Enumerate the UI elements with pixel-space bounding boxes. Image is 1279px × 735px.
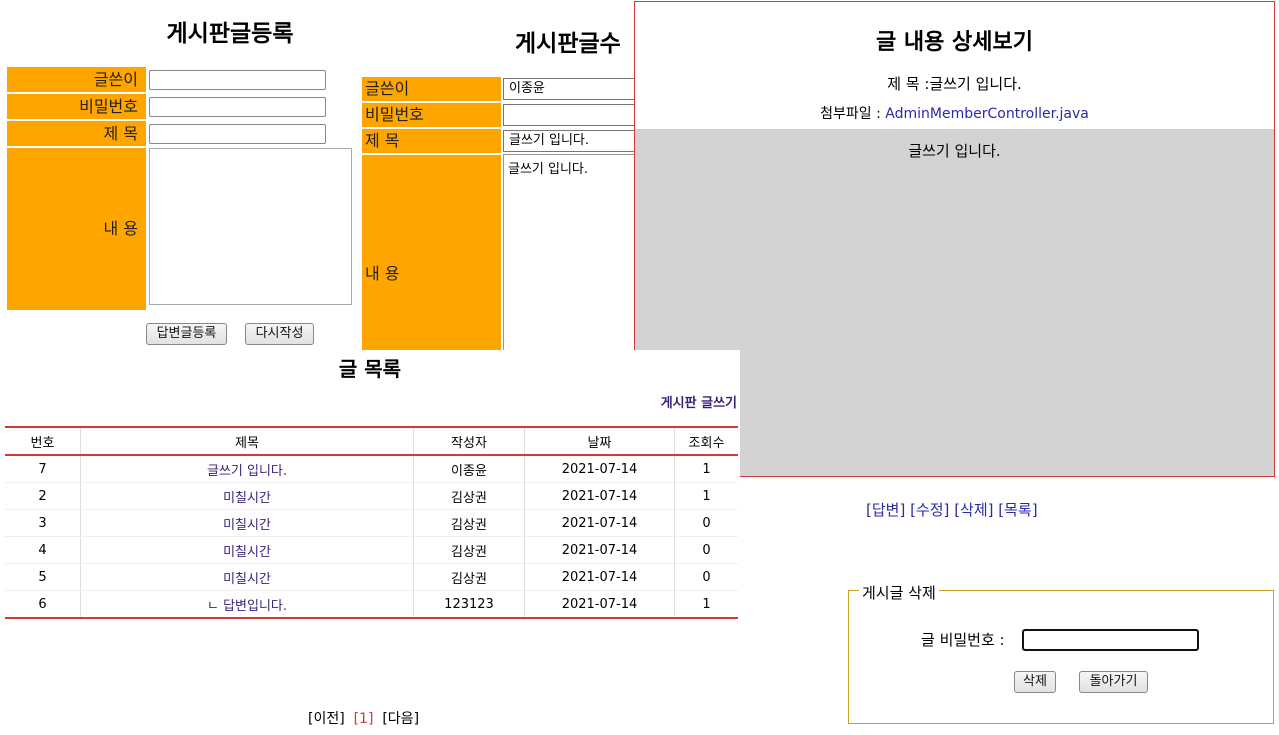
delete-legend: 게시글 삭제 [859, 582, 939, 603]
cell-date: 2021-07-14 [524, 590, 675, 619]
register-form-panel: 게시판글등록 글쓴이 비밀번호 제 목 내 용 답변글등록 다시작성 [0, 0, 360, 350]
subject-label: 제 목 [7, 121, 146, 146]
cell-views: 1 [674, 482, 738, 510]
modify-subject-input[interactable]: 글쓰기 입니다. [503, 130, 643, 152]
post-table: 번호 제목 작성자 날짜 조회수 7 글쓰기 입니다. 이종윤 2021-07-… [5, 426, 738, 619]
cell-writer: 이종윤 [413, 455, 525, 483]
detail-subject-value: 글쓰기 입니다. [929, 75, 1022, 93]
col-subject: 제목 [80, 427, 414, 456]
cell-views: 0 [674, 509, 738, 537]
cell-views: 1 [674, 590, 738, 619]
cell-date: 2021-07-14 [524, 455, 675, 483]
back-button[interactable]: 돌아가기 [1079, 671, 1148, 693]
col-views: 조회수 [674, 427, 738, 456]
modify-password-input[interactable] [503, 104, 643, 126]
delete-link[interactable]: [삭제] [954, 501, 993, 519]
cell-subject-link[interactable]: 미칠시간 [80, 482, 414, 510]
cell-writer: 김상권 [413, 482, 525, 510]
cell-subject-link[interactable]: 미칠시간 [80, 536, 414, 564]
modify-password-label: 비밀번호 [362, 103, 501, 127]
cell-subject-link[interactable]: 미칠시간 [80, 509, 414, 537]
delete-button[interactable]: 삭제 [1014, 671, 1056, 693]
pagination: [이전] [1] [다음] [308, 708, 419, 728]
password-input[interactable] [149, 97, 326, 117]
modify-subject-label: 제 목 [362, 129, 501, 153]
content-textarea[interactable] [149, 148, 352, 305]
reset-button[interactable]: 다시작성 [245, 323, 314, 345]
cell-number: 6 [5, 590, 81, 619]
detail-content-text: 글쓰기 입니다. [908, 142, 1001, 160]
modify-writer-label: 글쓴이 [362, 77, 501, 101]
subject-input[interactable] [149, 124, 326, 144]
detail-subject-label: 제 목 : [887, 75, 930, 93]
writer-label: 글쓴이 [7, 67, 146, 92]
write-post-link[interactable]: 게시판 글쓰기 [661, 392, 737, 411]
post-list-panel: 글 목록 게시판 글쓰기 번호 제목 작성자 날짜 조회수 7 글쓰기 입니다.… [0, 350, 740, 735]
cell-writer: 김상권 [413, 536, 525, 564]
prev-page-link[interactable]: [이전] [308, 711, 345, 727]
cell-date: 2021-07-14 [524, 563, 675, 591]
table-row: 7 글쓰기 입니다. 이종윤 2021-07-14 1 [5, 455, 738, 483]
content-label: 내 용 [7, 148, 146, 310]
detail-action-links: [답변] [수정] [삭제] [목록] [866, 499, 1038, 520]
table-row: 5 미칠시간 김상권 2021-07-14 0 [5, 563, 738, 591]
cell-date: 2021-07-14 [524, 536, 675, 564]
cell-writer: 김상권 [413, 563, 525, 591]
col-number: 번호 [5, 427, 81, 456]
cell-number: 2 [5, 482, 81, 510]
table-row: 6 ㄴ 답변입니다. 123123 2021-07-14 1 [5, 590, 738, 619]
col-date: 날짜 [524, 427, 675, 456]
attachment-link[interactable]: AdminMemberController.java [885, 106, 1089, 122]
cell-views: 1 [674, 455, 738, 483]
cell-subject-link[interactable]: 글쓰기 입니다. [80, 455, 414, 483]
cell-number: 5 [5, 563, 81, 591]
detail-title: 글 내용 상세보기 [876, 30, 1033, 55]
list-title: 글 목록 [338, 357, 402, 381]
delete-password-label: 글 비밀번호 : [921, 631, 1005, 649]
modify-writer-input[interactable]: 이종윤 [503, 78, 643, 100]
current-page-link[interactable]: [1] [354, 711, 374, 727]
cell-date: 2021-07-14 [524, 509, 675, 537]
modify-title: 게시판글수 [515, 31, 621, 57]
cell-subject-link[interactable]: ㄴ 답변입니다. [80, 590, 414, 619]
attachment-label: 첨부파일 : [820, 106, 881, 122]
cell-subject-link[interactable]: 미칠시간 [80, 563, 414, 591]
cell-number: 4 [5, 536, 81, 564]
cell-writer: 김상권 [413, 509, 525, 537]
cell-views: 0 [674, 536, 738, 564]
detail-attachment: 첨부파일 : AdminMemberController.java [635, 103, 1274, 123]
password-label: 비밀번호 [7, 94, 146, 119]
edit-link[interactable]: [수정] [910, 501, 949, 519]
table-row: 4 미칠시간 김상권 2021-07-14 0 [5, 536, 738, 564]
cell-number: 7 [5, 455, 81, 483]
delete-password-input[interactable] [1022, 629, 1199, 651]
col-writer: 작성자 [413, 427, 525, 456]
modify-content-label: 내 용 [362, 155, 501, 355]
table-row: 2 미칠시간 김상권 2021-07-14 1 [5, 482, 738, 510]
submit-reply-button[interactable]: 답변글등록 [146, 323, 227, 345]
table-row: 3 미칠시간 김상권 2021-07-14 0 [5, 509, 738, 537]
next-page-link[interactable]: [다음] [382, 711, 419, 727]
cell-date: 2021-07-14 [524, 482, 675, 510]
reply-link[interactable]: [답변] [866, 501, 905, 519]
cell-views: 0 [674, 563, 738, 591]
list-link[interactable]: [목록] [998, 501, 1037, 519]
modify-content-textarea[interactable]: 글쓰기 입니다. [503, 154, 643, 354]
cell-number: 3 [5, 509, 81, 537]
detail-subject: 제 목 :글쓰기 입니다. [635, 73, 1274, 94]
delete-fieldset: 게시글 삭제 글 비밀번호 : 삭제 돌아가기 [848, 582, 1274, 724]
table-header-row: 번호 제목 작성자 날짜 조회수 [5, 427, 738, 456]
cell-writer: 123123 [413, 590, 525, 619]
modify-form-panel: 게시판글수 글쓴이 이종윤 비밀번호 제 목 글쓰기 입니다. 내 용 글쓰기 … [355, 0, 643, 355]
writer-input[interactable] [149, 70, 326, 90]
